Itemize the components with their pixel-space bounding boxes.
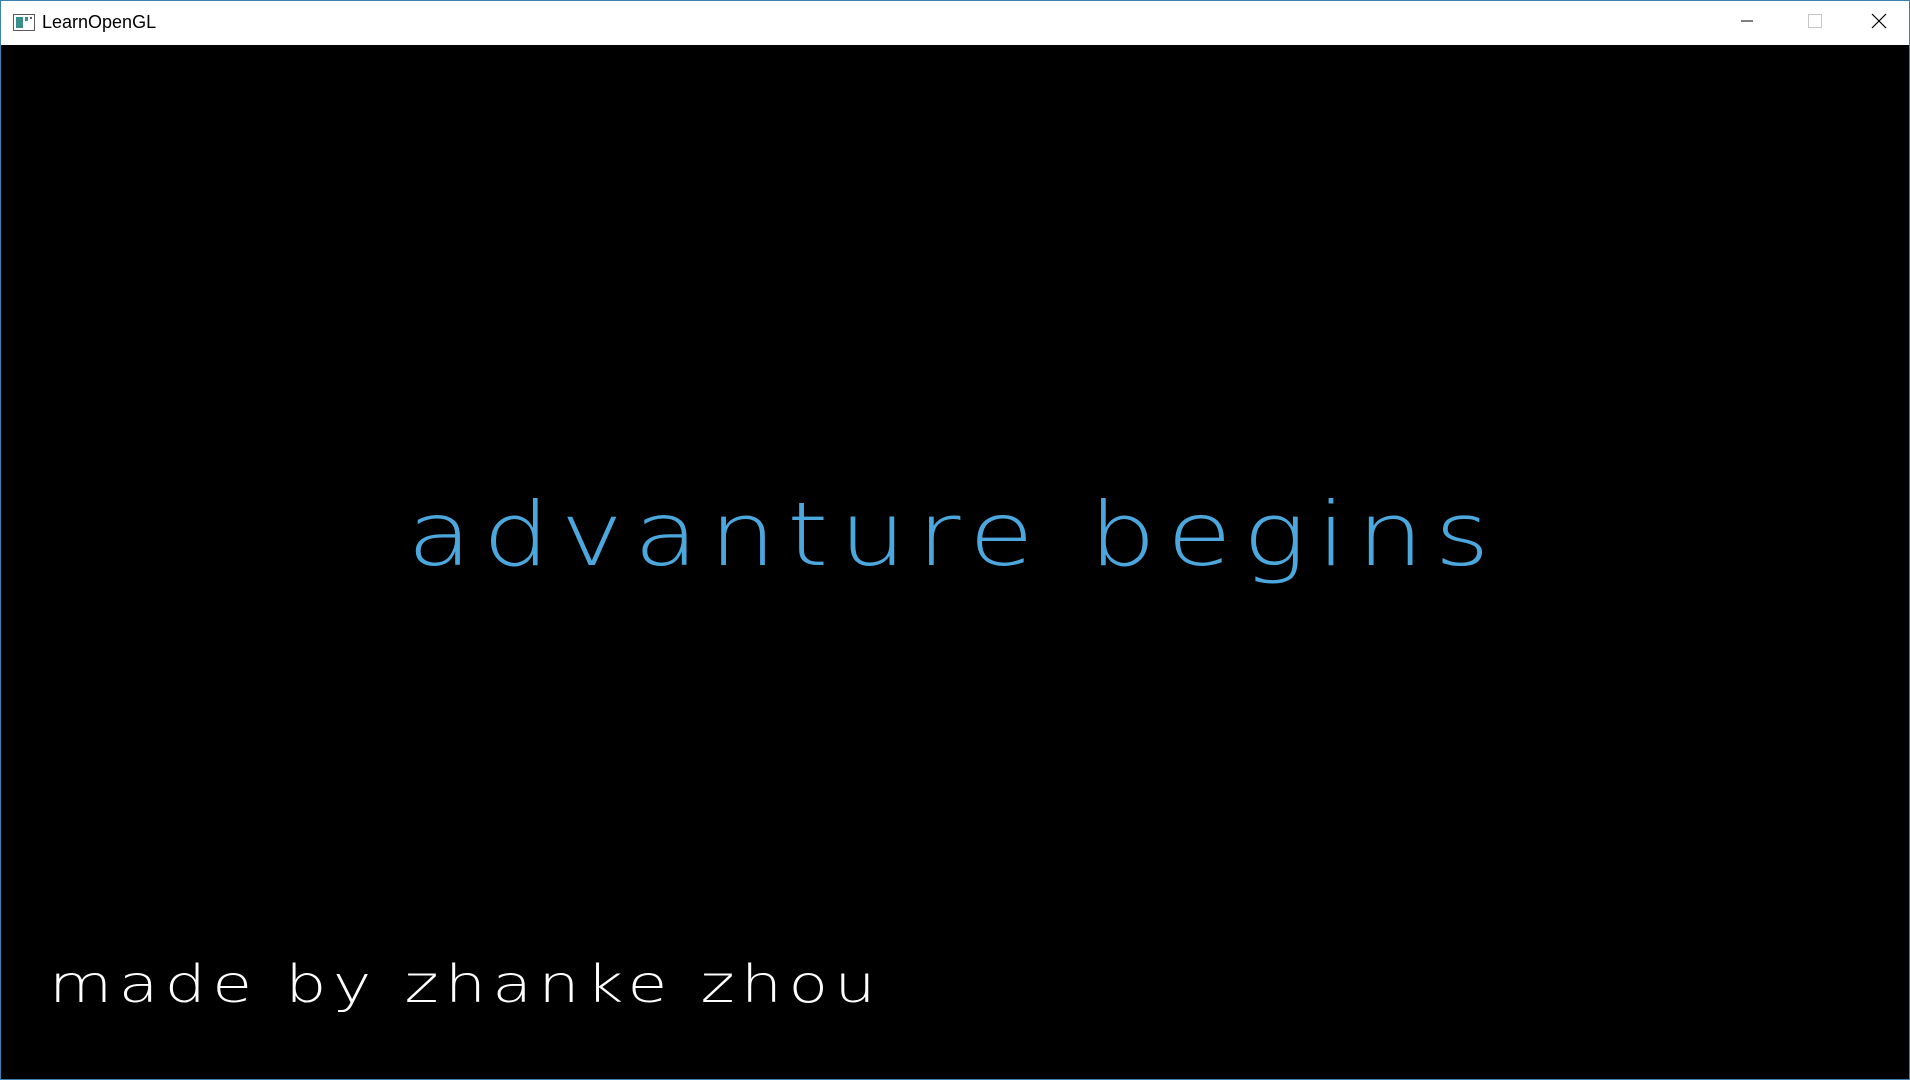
opengl-app-icon <box>13 14 35 31</box>
game-viewport[interactable]: advanture begins made by zhanke zhou <box>1 45 1909 1079</box>
maximize-icon <box>1808 13 1822 33</box>
headline-text: advanture begins <box>407 483 1501 586</box>
window-title: LearnOpenGL <box>42 12 157 32</box>
close-button[interactable] <box>1849 1 1909 45</box>
title-bar[interactable]: LearnOpenGL <box>1 1 1909 45</box>
app-window: LearnOpenGL advanture begins made by zha… <box>0 0 1910 1080</box>
credit-text: made by zhanke zhou <box>49 955 882 1015</box>
minimize-button[interactable] <box>1713 1 1781 45</box>
close-icon <box>1871 13 1887 34</box>
minimize-icon <box>1740 14 1754 33</box>
maximize-button[interactable] <box>1781 1 1849 45</box>
